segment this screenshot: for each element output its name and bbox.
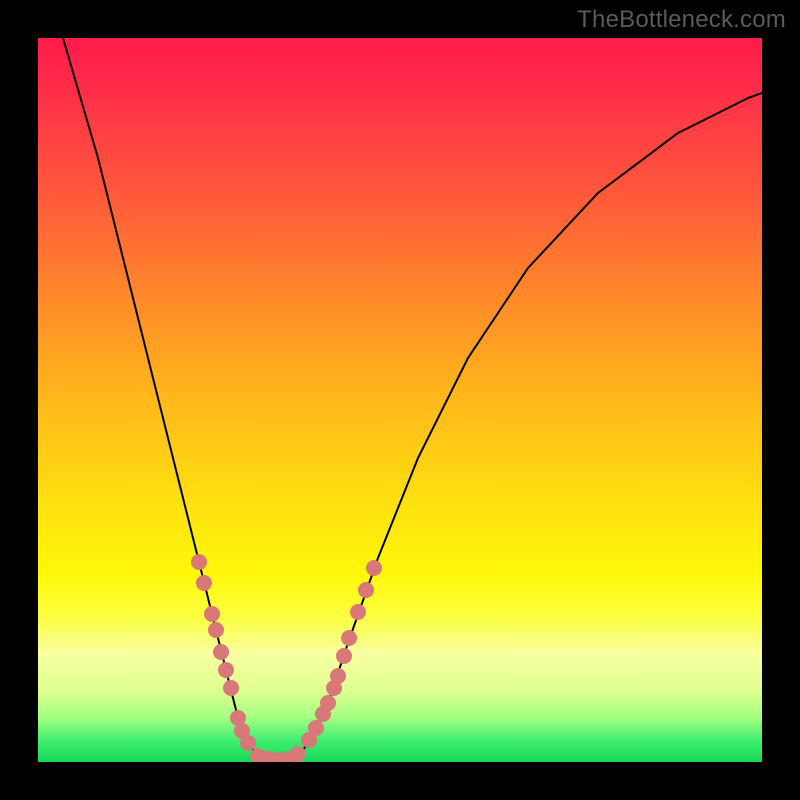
data-point-dot — [204, 606, 220, 622]
data-point-dot — [320, 695, 336, 711]
plot-area — [38, 38, 762, 762]
chart-container: TheBottleneck.com — [0, 0, 800, 800]
bottleneck-curve — [63, 38, 762, 760]
data-point-dot — [290, 746, 306, 762]
curve-svg — [38, 38, 762, 762]
data-point-dot — [208, 622, 224, 638]
data-point-dot — [213, 644, 229, 660]
data-point-dot — [218, 662, 234, 678]
data-point-dot — [350, 604, 366, 620]
data-point-dot — [196, 575, 212, 591]
data-point-dot — [308, 720, 324, 736]
data-point-dot — [336, 648, 352, 664]
data-point-dot — [341, 630, 357, 646]
dots-left-group — [191, 554, 256, 751]
dots-bottom-group — [250, 746, 306, 762]
data-point-dot — [330, 668, 346, 684]
watermark-text: TheBottleneck.com — [577, 6, 786, 34]
data-point-dot — [240, 735, 256, 751]
data-point-dot — [223, 680, 239, 696]
data-point-dot — [366, 560, 382, 576]
dots-right-group — [301, 560, 382, 748]
data-point-dot — [358, 582, 374, 598]
data-point-dot — [191, 554, 207, 570]
